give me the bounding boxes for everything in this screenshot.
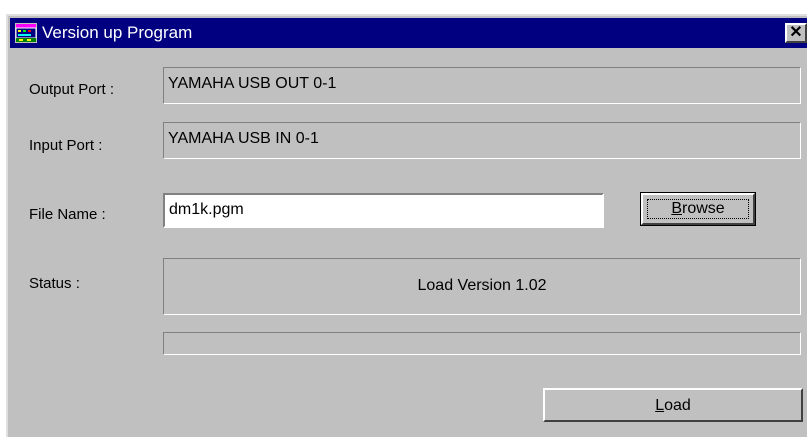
title-bar[interactable]: Version up Program ✕ bbox=[10, 18, 807, 48]
input-port-value: YAMAHA USB IN 0-1 bbox=[168, 130, 319, 147]
file-name-field[interactable] bbox=[163, 193, 604, 228]
status-value: Load Version 1.02 bbox=[417, 277, 547, 294]
input-port-label: Input Port : bbox=[29, 137, 103, 154]
status-panel: Load Version 1.02 bbox=[163, 258, 801, 315]
close-button[interactable]: ✕ bbox=[785, 23, 807, 43]
version-up-window: Version up Program ✕ Output Port : YAMAH… bbox=[6, 14, 807, 437]
window-title: Version up Program bbox=[42, 23, 193, 42]
load-button[interactable]: Load bbox=[543, 388, 803, 422]
browse-button-label: Browse bbox=[671, 200, 725, 217]
close-icon: ✕ bbox=[789, 24, 803, 41]
browse-button[interactable]: Browse bbox=[640, 192, 756, 226]
input-port-field: YAMAHA USB IN 0-1 bbox=[163, 122, 801, 159]
app-icon bbox=[15, 23, 37, 43]
output-port-value: YAMAHA USB OUT 0-1 bbox=[168, 75, 337, 92]
file-name-input[interactable] bbox=[167, 197, 602, 222]
file-name-label: File Name : bbox=[29, 206, 106, 223]
status-label: Status : bbox=[29, 275, 80, 292]
load-button-label: Load bbox=[655, 397, 691, 414]
output-port-label: Output Port : bbox=[29, 81, 115, 98]
progress-bar bbox=[163, 332, 801, 355]
output-port-field: YAMAHA USB OUT 0-1 bbox=[163, 67, 801, 104]
